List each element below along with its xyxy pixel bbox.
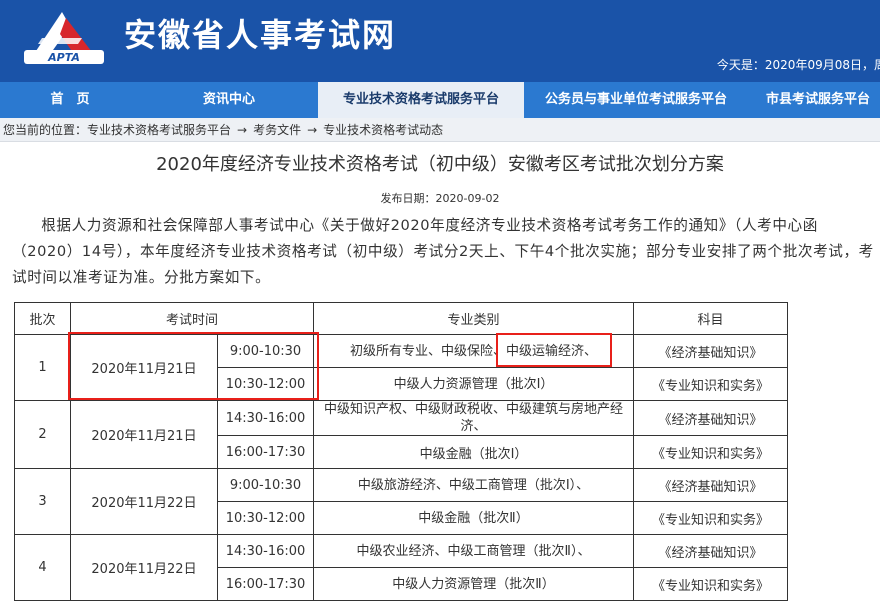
category-cell: 中级旅游经济、中级工商管理（批次Ⅰ）、 bbox=[313, 468, 634, 502]
header-category: 专业类别 bbox=[313, 302, 634, 335]
subject-cell: 《经济基础知识》 bbox=[633, 468, 788, 502]
exam-date: 2020年11月21日 bbox=[70, 400, 218, 469]
category-cell: 中级金融（批次Ⅱ） bbox=[313, 501, 634, 535]
exam-time-slot: 10:30-12:00 bbox=[217, 367, 314, 401]
nav-professional-exam-platform[interactable]: 专业技术资格考试服务平台 bbox=[318, 82, 524, 118]
nav-home[interactable]: 首 页 bbox=[0, 82, 140, 118]
table-row: 1 2020年11月21日 9:00-10:30 初级所有专业、中级保险、中级运… bbox=[14, 334, 788, 401]
publish-date: 发布日期：2020-09-02 bbox=[380, 192, 500, 205]
main-nav: 首 页 资讯中心 专业技术资格考试服务平台 公务员与事业单位考试服务平台 市县考… bbox=[0, 82, 880, 118]
apta-logo-icon[interactable]: APTA bbox=[22, 8, 108, 68]
category-cell: 中级人力资源管理（批次Ⅱ） bbox=[313, 567, 634, 601]
article-title: 2020年度经济专业技术资格考试（初中级）安徽考区考试批次划分方案 bbox=[156, 154, 724, 175]
nav-city-county-platform[interactable]: 市县考试服务平台 bbox=[748, 82, 880, 118]
nav-civil-service-platform[interactable]: 公务员与事业单位考试服务平台 bbox=[524, 82, 748, 118]
exam-date: 2020年11月22日 bbox=[70, 468, 218, 535]
batch-number: 2 bbox=[14, 400, 71, 469]
exam-date: 2020年11月22日 bbox=[70, 534, 218, 601]
exam-time-slot: 10:30-12:00 bbox=[217, 501, 314, 535]
site-title: 安徽省人事考试网 bbox=[124, 16, 397, 54]
table-header-row: 批次 考试时间 专业类别 科目 bbox=[14, 302, 788, 335]
article-body: 根据人力资源和社会保障部人事考试中心《关于做好2020年度经济专业技术资格考试考… bbox=[12, 217, 874, 286]
breadcrumb-separator: → bbox=[307, 123, 318, 137]
header-subject: 科目 bbox=[633, 302, 788, 335]
breadcrumb-separator: → bbox=[237, 123, 248, 137]
subject-cell: 《经济基础知识》 bbox=[633, 334, 788, 368]
subject-cell: 《经济基础知识》 bbox=[633, 534, 788, 568]
category-cell: 中级人力资源管理（批次Ⅰ） bbox=[313, 367, 634, 401]
breadcrumb: 您当前的位置：专业技术资格考试服务平台 → 考务文件 → 专业技术资格考试动态 bbox=[0, 118, 880, 142]
subject-cell: 《专业知识和实务》 bbox=[633, 567, 788, 601]
subject-cell: 《经济基础知识》 bbox=[633, 400, 788, 436]
nav-news-center[interactable]: 资讯中心 bbox=[140, 82, 318, 118]
logo-text: APTA bbox=[47, 51, 80, 64]
batch-number: 4 bbox=[14, 534, 71, 601]
category-cell: 中级农业经济、中级工商管理（批次Ⅱ）、 bbox=[313, 534, 634, 568]
category-cell: 初级所有专业、中级保险、中级运输经济、 bbox=[313, 334, 634, 368]
category-cell: 中级金融（批次Ⅰ） bbox=[313, 435, 634, 469]
current-date: 今天是：2020年09月08日，周 bbox=[716, 58, 880, 72]
exam-schedule-table: 批次 考试时间 专业类别 科目 1 2020年11月21日 9:00-10:30… bbox=[14, 302, 788, 601]
table-row: 3 2020年11月22日 9:00-10:30 中级旅游经济、中级工商管理（批… bbox=[14, 468, 788, 535]
exam-time-slot: 16:00-17:30 bbox=[217, 435, 314, 469]
category-cell: 中级知识产权、中级财政税收、中级建筑与房地产经济、 bbox=[313, 400, 634, 436]
table-row: 2 2020年11月21日 14:30-16:00 中级知识产权、中级财政税收、… bbox=[14, 400, 788, 469]
table-row: 4 2020年11月22日 14:30-16:00 中级农业经济、中级工商管理（… bbox=[14, 534, 788, 601]
batch-number: 3 bbox=[14, 468, 71, 535]
exam-time-slot: 14:30-16:00 bbox=[217, 534, 314, 568]
subject-cell: 《专业知识和实务》 bbox=[633, 435, 788, 469]
exam-time-slot: 14:30-16:00 bbox=[217, 400, 314, 436]
breadcrumb-prefix: 您当前的位置： bbox=[3, 123, 88, 137]
exam-time-slot: 9:00-10:30 bbox=[217, 468, 314, 502]
exam-time-slot: 16:00-17:30 bbox=[217, 567, 314, 601]
site-header: APTA 安徽省人事考试网 今天是：2020年09月08日，周 bbox=[0, 0, 880, 82]
header-exam-time: 考试时间 bbox=[70, 302, 314, 335]
exam-date: 2020年11月21日 bbox=[70, 334, 218, 401]
breadcrumb-link-exam-news[interactable]: 专业技术资格考试动态 bbox=[323, 123, 443, 137]
subject-cell: 《专业知识和实务》 bbox=[633, 501, 788, 535]
batch-number: 1 bbox=[14, 334, 71, 401]
exam-time-slot: 9:00-10:30 bbox=[217, 334, 314, 368]
subject-cell: 《专业知识和实务》 bbox=[633, 367, 788, 401]
breadcrumb-link-exam-documents[interactable]: 考务文件 bbox=[253, 123, 301, 137]
breadcrumb-link-professional-platform[interactable]: 专业技术资格考试服务平台 bbox=[87, 123, 231, 137]
header-batch: 批次 bbox=[14, 302, 71, 335]
